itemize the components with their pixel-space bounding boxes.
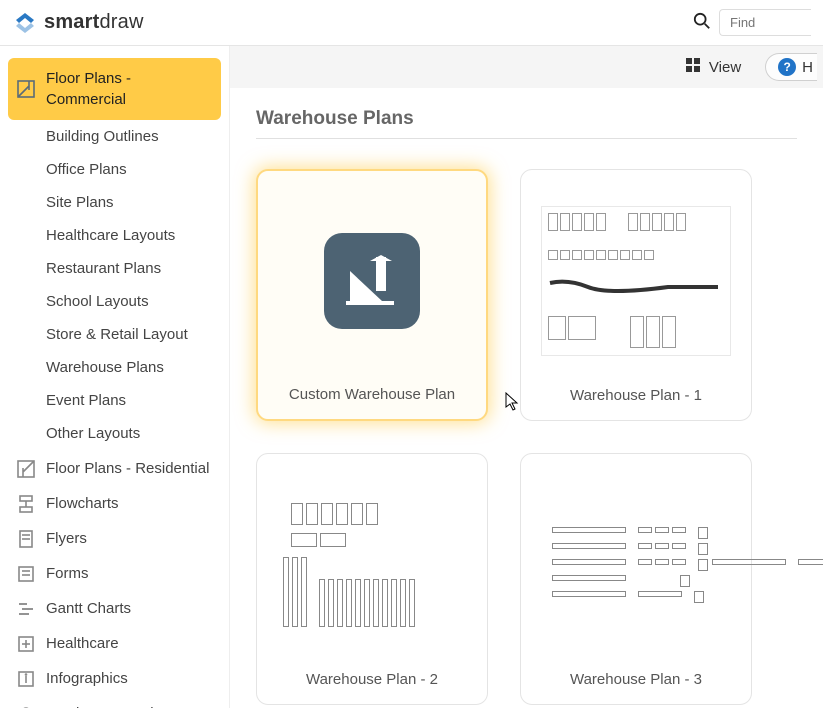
card-warehouse-plan-2[interactable]: Warehouse Plan - 2 bbox=[256, 453, 488, 705]
search-input[interactable] bbox=[719, 9, 811, 36]
flyer-icon bbox=[16, 529, 36, 549]
category-label: Infographics bbox=[46, 668, 128, 689]
floorplan-icon bbox=[16, 79, 36, 99]
sub-other-layouts[interactable]: Other Layouts bbox=[42, 417, 221, 450]
form-icon bbox=[16, 564, 36, 584]
search-icon[interactable] bbox=[693, 12, 711, 33]
category-flyers[interactable]: Flyers bbox=[8, 522, 221, 555]
landscape-icon bbox=[16, 704, 36, 708]
sub-school-layouts[interactable]: School Layouts bbox=[42, 285, 221, 318]
category-label: Gantt Charts bbox=[46, 598, 131, 619]
category-label: Floor Plans - Residential bbox=[46, 458, 209, 479]
category-infographics[interactable]: Infographics bbox=[8, 662, 221, 695]
card-preview bbox=[268, 185, 476, 376]
flowchart-icon bbox=[16, 494, 36, 514]
card-label: Custom Warehouse Plan bbox=[289, 386, 455, 403]
app-header: smartdraw bbox=[0, 0, 823, 46]
card-label: Warehouse Plan - 3 bbox=[570, 671, 702, 688]
card-preview bbox=[531, 184, 741, 377]
category-label: Flowcharts bbox=[46, 493, 119, 514]
category-label: Landscape Design bbox=[46, 703, 170, 708]
category-floor-plans-residential[interactable]: Floor Plans - Residential bbox=[8, 452, 221, 485]
custom-template-icon bbox=[324, 233, 420, 329]
house-icon bbox=[16, 459, 36, 479]
sub-warehouse-plans[interactable]: Warehouse Plans bbox=[42, 351, 221, 384]
category-floor-plans-commercial[interactable]: Floor Plans - Commercial bbox=[8, 58, 221, 120]
category-flowcharts[interactable]: Flowcharts bbox=[8, 487, 221, 520]
card-warehouse-plan-1[interactable]: Warehouse Plan - 1 bbox=[520, 169, 752, 421]
subcategory-list: Building Outlines Office Plans Site Plan… bbox=[8, 120, 221, 450]
plan-thumbnail bbox=[277, 490, 467, 640]
view-label: View bbox=[709, 59, 741, 76]
plan-thumbnail bbox=[541, 206, 731, 356]
card-label: Warehouse Plan - 1 bbox=[570, 387, 702, 404]
sub-event-plans[interactable]: Event Plans bbox=[42, 384, 221, 417]
card-warehouse-plan-3[interactable]: Warehouse Plan - 3 bbox=[520, 453, 752, 705]
content-area: View ? H Warehouse Plans Custom Warehous… bbox=[230, 46, 823, 708]
help-button[interactable]: ? H bbox=[765, 53, 817, 81]
search-group bbox=[693, 9, 811, 36]
sub-building-outlines[interactable]: Building Outlines bbox=[42, 120, 221, 153]
sub-restaurant-plans[interactable]: Restaurant Plans bbox=[42, 252, 221, 285]
help-icon: ? bbox=[778, 58, 796, 76]
help-label: H bbox=[802, 59, 813, 76]
healthcare-icon bbox=[16, 634, 36, 654]
category-forms[interactable]: Forms bbox=[8, 557, 221, 590]
sub-site-plans[interactable]: Site Plans bbox=[42, 186, 221, 219]
category-gantt-charts[interactable]: Gantt Charts bbox=[8, 592, 221, 625]
page-title: Warehouse Plans bbox=[256, 108, 797, 139]
category-sidebar: Floor Plans - Commercial Building Outlin… bbox=[0, 46, 230, 708]
category-landscape-design[interactable]: Landscape Design bbox=[8, 697, 221, 708]
sub-office-plans[interactable]: Office Plans bbox=[42, 153, 221, 186]
category-label: Floor Plans - Commercial bbox=[46, 68, 213, 110]
category-label: Forms bbox=[46, 563, 89, 584]
infographic-icon bbox=[16, 669, 36, 689]
card-label: Warehouse Plan - 2 bbox=[306, 671, 438, 688]
card-preview bbox=[531, 468, 741, 661]
gantt-icon bbox=[16, 599, 36, 619]
page-body: Warehouse Plans Custom Warehouse Plan bbox=[230, 88, 823, 708]
category-healthcare[interactable]: Healthcare bbox=[8, 627, 221, 660]
card-preview bbox=[267, 468, 477, 661]
sub-healthcare-layouts[interactable]: Healthcare Layouts bbox=[42, 219, 221, 252]
brand-name: smartdraw bbox=[44, 11, 144, 34]
template-card-grid: Custom Warehouse Plan Warehouse Plan - 1 bbox=[256, 169, 797, 705]
view-button[interactable]: View bbox=[671, 51, 755, 83]
sub-store-retail-layout[interactable]: Store & Retail Layout bbox=[42, 318, 221, 351]
content-toolbar: View ? H bbox=[230, 46, 823, 88]
card-custom-warehouse-plan[interactable]: Custom Warehouse Plan bbox=[256, 169, 488, 421]
plan-thumbnail bbox=[546, 520, 726, 610]
smartdraw-logo-icon bbox=[12, 10, 38, 36]
grid-icon bbox=[685, 57, 701, 77]
category-label: Flyers bbox=[46, 528, 87, 549]
brand-logo[interactable]: smartdraw bbox=[12, 10, 144, 36]
category-label: Healthcare bbox=[46, 633, 119, 654]
